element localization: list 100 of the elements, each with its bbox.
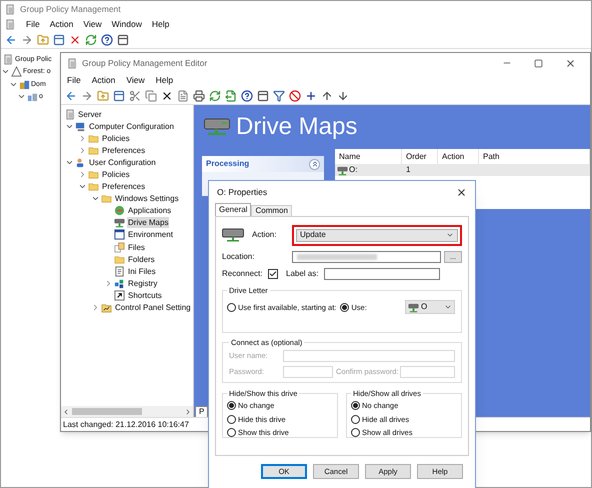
menu-item[interactable]: View: [126, 74, 145, 86]
filter-icon[interactable]: [273, 90, 285, 102]
tab[interactable]: Common: [251, 205, 292, 216]
folder-icon: [88, 144, 99, 156]
expand-chevron-icon[interactable]: [104, 278, 113, 288]
radio-button[interactable]: [227, 414, 236, 424]
cubes-icon: [114, 278, 125, 289]
tree-item[interactable]: Folders: [127, 254, 156, 265]
window-title: Group Policy Management Editor: [82, 56, 208, 70]
drive-icon: [114, 217, 125, 228]
window-title: Group Policy Management: [20, 2, 121, 16]
tree-item[interactable]: Environment: [127, 229, 174, 240]
tree-item[interactable]: Ini Files: [127, 266, 157, 277]
scroll-left-icon[interactable]: [62, 408, 70, 416]
shortcut-icon: [114, 290, 125, 301]
help-icon[interactable]: [101, 34, 113, 46]
horizontal-scrollbar[interactable]: [61, 406, 193, 417]
menu-item[interactable]: File: [67, 74, 81, 86]
location-field[interactable]: [292, 251, 441, 263]
menu-item[interactable]: Help: [156, 74, 174, 86]
move-up-icon[interactable]: [321, 90, 333, 102]
tree-item[interactable]: Registry: [127, 278, 158, 289]
folder-chart-icon: [101, 302, 112, 314]
close-icon[interactable]: [456, 186, 467, 198]
scroll-right-icon[interactable]: [184, 408, 192, 416]
menu-item[interactable]: Action: [92, 74, 116, 86]
field-label: Location:: [222, 251, 256, 263]
dialog-title: O: Properties: [217, 186, 268, 198]
tree-item[interactable]: Applications: [127, 205, 172, 216]
add-icon[interactable]: [305, 90, 317, 102]
console-icon: [65, 108, 76, 120]
radio-button[interactable]: [351, 414, 360, 424]
drive-letter-select[interactable]: O: [405, 300, 455, 314]
menu-item[interactable]: View: [83, 18, 102, 30]
menu-item[interactable]: Action: [50, 18, 74, 30]
expand-chevron-icon[interactable]: [78, 134, 87, 143]
label-field[interactable]: [324, 268, 440, 280]
console-icon[interactable]: [117, 34, 129, 46]
stop-icon[interactable]: [289, 90, 301, 102]
tree-item[interactable]: Control Panel Setting: [114, 302, 192, 314]
cut-icon[interactable]: [129, 90, 141, 102]
console-icon: [5, 4, 16, 14]
tree-item[interactable]: User Configuration: [88, 156, 157, 168]
radio-button[interactable]: [227, 428, 236, 437]
tab[interactable]: General: [215, 203, 252, 216]
tab[interactable]: P: [195, 406, 208, 417]
radio-button[interactable]: [351, 401, 360, 410]
drive-icon: [337, 164, 348, 176]
tree-item[interactable]: Server: [78, 108, 102, 120]
tree-item[interactable]: Policies: [101, 169, 131, 180]
collapse-panel-button[interactable]: [309, 158, 320, 170]
triangle-icon: [11, 66, 22, 78]
folder-icon: [88, 169, 99, 180]
properties-icon[interactable]: [177, 90, 189, 102]
help-icon[interactable]: [241, 90, 253, 102]
files-icon: [114, 242, 125, 253]
folder-icon: [88, 181, 99, 192]
folder-icon: [114, 254, 125, 265]
expand-chevron-icon[interactable]: [91, 303, 100, 312]
maximize-icon[interactable]: [534, 58, 543, 68]
close-icon[interactable]: [565, 58, 576, 68]
radio-button[interactable]: [227, 401, 236, 410]
menu-item[interactable]: Window: [112, 18, 142, 30]
move-down-icon[interactable]: [337, 90, 349, 102]
copy-icon[interactable]: [145, 90, 157, 102]
tree-item[interactable]: Computer Configuration: [88, 120, 175, 132]
radio-button[interactable]: [340, 302, 350, 312]
tree-item[interactable]: Preferences: [101, 181, 146, 192]
radio-button[interactable]: [227, 302, 236, 312]
expand-chevron-icon[interactable]: [78, 146, 87, 155]
menu-item[interactable]: File: [26, 18, 40, 30]
refresh-icon[interactable]: [85, 34, 97, 46]
tree-item[interactable]: Shortcuts: [127, 290, 163, 301]
delete-icon[interactable]: [161, 90, 173, 102]
tree-item[interactable]: Drive Maps: [127, 217, 170, 228]
console-icon[interactable]: [257, 90, 269, 102]
refresh-icon[interactable]: [209, 90, 221, 102]
forward-icon[interactable]: [21, 34, 33, 46]
status-bar-text: Last changed: 21.12.2016 10:16:47: [63, 418, 189, 430]
export-icon[interactable]: [225, 90, 237, 102]
print-icon[interactable]: [193, 90, 205, 102]
globe-icon: [114, 205, 125, 216]
console-tree-icon[interactable]: [113, 90, 125, 102]
folder-icon: [101, 193, 112, 204]
back-icon[interactable]: [65, 90, 77, 102]
list-row[interactable]: O: 1: [335, 164, 590, 176]
reconnect-checkbox[interactable]: [268, 269, 278, 279]
console-tree-icon[interactable]: [53, 34, 65, 46]
menu-item[interactable]: Help: [152, 18, 170, 30]
caret-icon: [446, 231, 454, 239]
forward-icon[interactable]: [81, 90, 93, 102]
tree-item[interactable]: Preferences: [101, 144, 146, 156]
radio-button[interactable]: [351, 428, 360, 437]
field-label: Label as:: [286, 268, 318, 280]
action-select[interactable]: Update: [296, 228, 458, 242]
tree-item[interactable]: Policies: [101, 132, 131, 144]
back-icon[interactable]: [5, 34, 17, 46]
tree-item[interactable]: Files: [127, 242, 146, 253]
tree-item[interactable]: Windows Settings: [114, 193, 180, 204]
page-heading: Drive Maps: [236, 115, 358, 139]
